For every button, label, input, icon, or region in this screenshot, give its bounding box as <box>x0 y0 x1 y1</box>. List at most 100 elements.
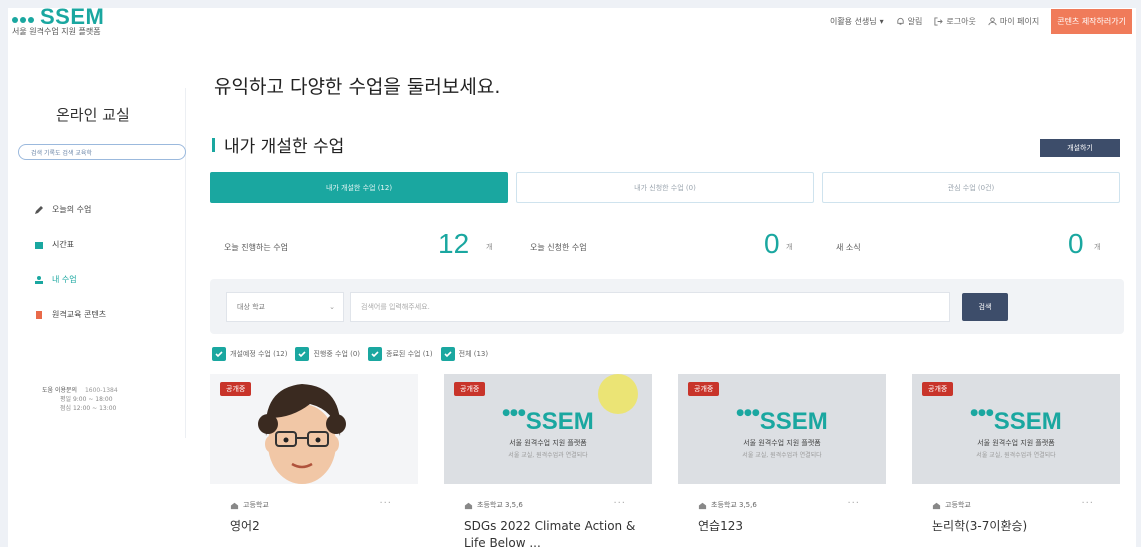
card-school-label: 고등학교 <box>243 501 269 509</box>
card-title[interactable]: SDGs 2022 Climate Action & Life Below ..… <box>464 518 644 547</box>
status-badge: 공개중 <box>922 382 954 396</box>
more-options-icon[interactable]: ··· <box>1081 498 1094 509</box>
card-thumbnail[interactable]: 공개중 ●●●SSEM 서울 원격수업 지원 플랫폼 서울 교실, 원격수업과 … <box>678 374 886 484</box>
calendar-icon <box>35 241 43 249</box>
checkbox-checked-icon[interactable] <box>212 347 226 361</box>
status-badge: 공개중 <box>688 382 720 396</box>
search-panel: 대상 학교 ⌄ 검색어를 입력해주세요. 검색 <box>210 279 1124 334</box>
cursor-highlight <box>598 374 638 414</box>
section-title: 내가 개설한 수업 <box>224 137 345 157</box>
logo-dots <box>12 8 42 23</box>
logo-dots: ●●● <box>502 408 526 418</box>
bell-icon <box>897 17 904 25</box>
thumb-logo-text: SSEM <box>759 408 828 435</box>
user-icon <box>988 16 997 25</box>
card-title[interactable]: 영어2 <box>230 518 410 535</box>
create-class-button[interactable]: 개설하기 <box>1040 139 1120 157</box>
school-icon <box>464 502 473 509</box>
card-title[interactable]: 논리학(3-7이환승) <box>932 518 1112 535</box>
filter-label: 개설예정 수업 (12) <box>230 350 288 358</box>
tab-my-created[interactable]: 내가 개설한 수업 (12) <box>210 172 508 203</box>
ssem-thumb-logo: ●●●SSEM 서울 원격수업 지원 플랫폼 서울 교실, 원격수업과 연결되다 <box>678 408 886 459</box>
class-card[interactable]: 공개중 ●●●SSEM 서울 원격수업 지원 플랫폼 서울 교실, 원격수업과 … <box>912 374 1120 547</box>
class-card[interactable]: 공개중 고등학교 ··· 영어2 <box>210 374 418 547</box>
pencil-icon <box>35 205 43 214</box>
nav-logout[interactable]: 로그아웃 <box>934 16 976 27</box>
checkbox-checked-icon[interactable] <box>440 347 455 361</box>
stat-label: 오늘 진행하는 수업 <box>224 243 288 252</box>
support-hours-2: 점심 12:00 ~ 13:00 <box>60 405 117 412</box>
nav-notifications[interactable]: 알림 <box>896 16 923 27</box>
card-school-label: 고등학교 <box>945 501 971 509</box>
stat-label: 오늘 신청한 수업 <box>530 243 587 252</box>
school-select-value: 대상 학교 <box>237 303 265 311</box>
card-thumbnail[interactable]: 공개중 ●●●SSEM 서울 원격수업 지원 플랫폼 서울 교실, 원격수업과 … <box>912 374 1120 484</box>
thumb-logo-sub: 서울 원격수업 지원 플랫폼 <box>977 439 1055 447</box>
logo-dots: ●●● <box>970 408 994 418</box>
filter-label: 전체 (13) <box>458 350 489 358</box>
more-options-icon[interactable]: ··· <box>613 498 626 509</box>
stat-today-applied: 오늘 신청한 수업 0 개 <box>516 218 814 274</box>
support-info: 도움 이용문의 1600-1384 평일 9:00 ~ 18:00 점심 12:… <box>42 386 118 413</box>
header-nav: 이활용 선생님 ▾ 알림 로그아웃 마이 페이지 콘텐츠 제작하러가기 <box>830 8 1132 34</box>
ssem-thumb-logo: ●●●SSEM 서울 원격수업 지원 플랫폼 서울 교실, 원격수업과 연결되다 <box>912 408 1120 459</box>
card-school-label: 초등학교 3,5,6 <box>711 501 757 509</box>
nav-mypage[interactable]: 마이 페이지 <box>988 16 1039 27</box>
sidebar-item-timetable[interactable]: 시간표 <box>34 227 184 262</box>
sidebar-item-my-classes[interactable]: 내 수업 <box>34 262 184 297</box>
sidebar-item-contents[interactable]: 원격교육 콘텐츠 <box>34 297 184 332</box>
filter-scheduled[interactable]: 개설예정 수업 (12) <box>212 347 287 361</box>
create-content-button[interactable]: 콘텐츠 제작하러가기 <box>1051 8 1132 34</box>
filter-label: 진행중 수업 (0) <box>313 350 361 358</box>
school-select[interactable]: 대상 학교 ⌄ <box>226 292 344 322</box>
filter-ended[interactable]: 종료된 수업 (1) <box>368 347 433 361</box>
tab-my-applied[interactable]: 내가 신청한 수업 (0) <box>516 172 814 203</box>
sidebar-item-today[interactable]: 오늘의 수업 <box>34 192 184 227</box>
status-badge: 공개중 <box>220 382 252 396</box>
checkbox-checked-icon[interactable] <box>295 347 310 361</box>
thumb-logo-sub2: 서울 교실, 원격수업과 연결되다 <box>508 452 588 459</box>
card-school: 초등학교 3,5,6 <box>698 500 757 510</box>
card-school: 초등학교 3,5,6 <box>464 500 523 510</box>
filter-ongoing[interactable]: 진행중 수업 (0) <box>295 347 360 361</box>
card-title[interactable]: 연습123 <box>698 518 878 535</box>
stat-value: 12 <box>438 228 470 259</box>
search-placeholder: 검색어를 입력해주세요. <box>361 303 430 311</box>
top-header: SSEM 서울 원격수업 지원 플랫폼 이활용 선생님 ▾ 알림 로그아웃 마이… <box>8 8 1136 48</box>
card-school: 고등학교 <box>932 500 971 510</box>
filter-label: 종료된 수업 (1) <box>386 350 433 358</box>
support-title: 도움 이용문의 <box>42 387 78 394</box>
tab-interest[interactable]: 관심 수업 (0건) <box>822 172 1120 203</box>
stat-today-classes: 오늘 진행하는 수업 12 개 <box>210 218 508 274</box>
chevron-down-icon: ▾ <box>879 16 884 26</box>
stat-unit: 개 <box>1094 243 1101 251</box>
checkbox-checked-icon[interactable] <box>368 347 383 361</box>
logo-subtitle: 서울 원격수업 지원 플랫폼 <box>12 27 101 36</box>
sidebar-item-label: 내 수업 <box>52 275 77 284</box>
search-input[interactable]: 검색어를 입력해주세요. <box>350 292 950 322</box>
nav-logout-label: 로그아웃 <box>946 16 976 26</box>
stat-value: 0 <box>764 228 780 259</box>
card-school-label: 초등학교 3,5,6 <box>477 501 523 509</box>
ssem-thumb-logo: ●●●SSEM 서울 원격수업 지원 플랫폼 서울 교실, 원격수업과 연결되다 <box>444 408 652 459</box>
nav-notifications-label: 알림 <box>907 16 923 26</box>
user-name[interactable]: 이활용 선생님 ▾ <box>830 16 884 27</box>
nav-mypage-label: 마이 페이지 <box>999 16 1040 26</box>
chevron-down-icon: ⌄ <box>329 303 335 311</box>
logout-icon <box>934 16 944 26</box>
person-icon <box>35 275 43 284</box>
more-options-icon[interactable]: ··· <box>379 498 392 509</box>
sidebar: 온라인 교실 검색 기록도 검색 교육학 오늘의 수업 시간표 내 수업 원격교… <box>16 88 186 438</box>
class-card[interactable]: 공개중 ●●●SSEM 서울 원격수업 지원 플랫폼 서울 교실, 원격수업과 … <box>678 374 886 547</box>
page-title: 유익하고 다양한 수업을 둘러보세요. <box>214 76 501 98</box>
thumb-logo-sub: 서울 원격수업 지원 플랫폼 <box>743 439 821 447</box>
more-options-icon[interactable]: ··· <box>847 498 860 509</box>
school-icon <box>230 502 239 509</box>
school-icon <box>932 502 941 509</box>
sidebar-title: 온라인 교실 <box>56 106 130 124</box>
search-button[interactable]: 검색 <box>962 293 1008 321</box>
sidebar-search-pill[interactable]: 검색 기록도 검색 교육학 <box>18 144 186 160</box>
stat-unit: 개 <box>786 243 793 251</box>
card-thumbnail[interactable]: 공개중 <box>210 374 418 484</box>
filter-all[interactable]: 전체 (13) <box>440 347 489 361</box>
